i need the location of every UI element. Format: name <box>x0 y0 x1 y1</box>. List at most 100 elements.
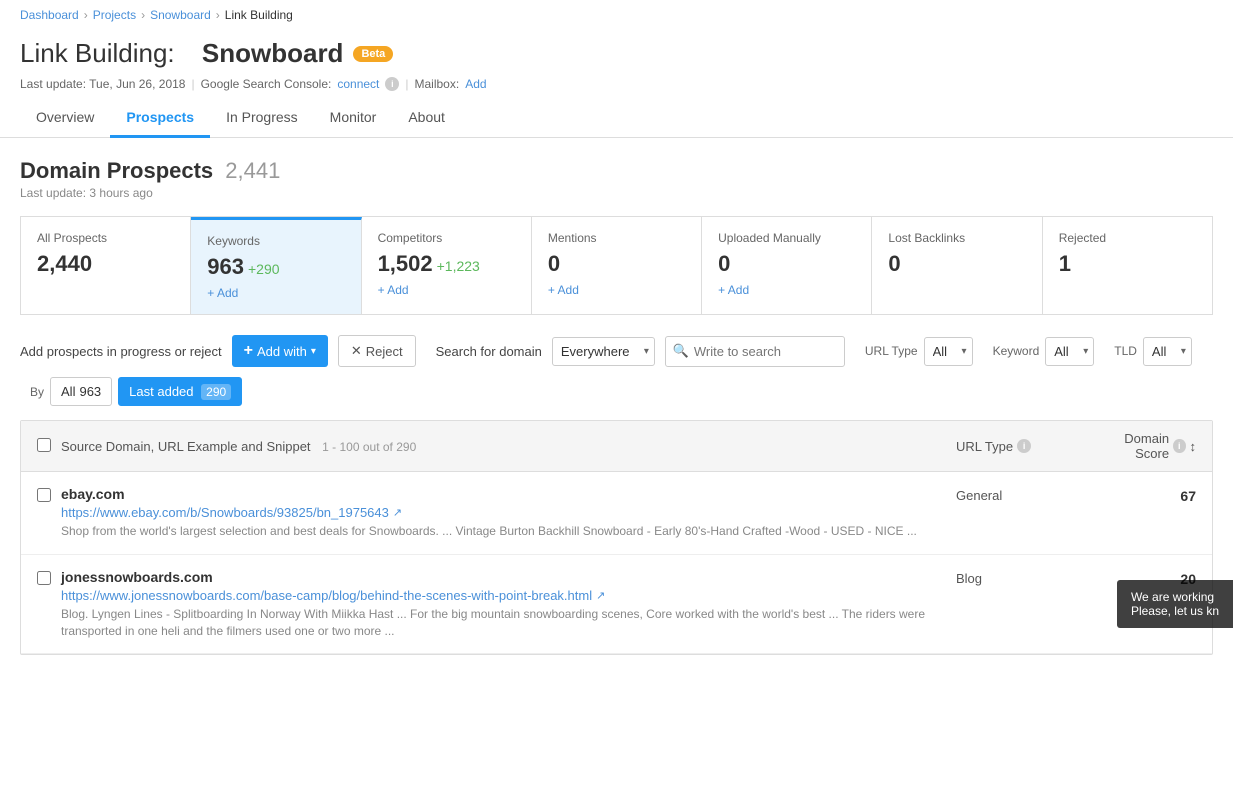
breadcrumb-sep-1: › <box>84 8 88 22</box>
card-competitors-add[interactable]: + Add <box>378 283 515 297</box>
keyword-label: Keyword <box>993 344 1040 358</box>
notification-line2: Please, let us kn <box>1131 604 1219 618</box>
card-rejected[interactable]: Rejected 1 <box>1043 217 1212 314</box>
domain-update: Last update: 3 hours ago <box>20 186 1213 200</box>
card-mentions-label: Mentions <box>548 231 685 245</box>
by-filter-group: By All 963 Last added 290 <box>30 377 242 406</box>
keyword-dropdown-wrapper: All ▾ <box>1045 337 1094 366</box>
col-count-label: 1 - 100 out of 290 <box>322 440 416 454</box>
tab-overview[interactable]: Overview <box>20 99 110 138</box>
search-domain-label: Search for domain <box>436 344 542 359</box>
tld-dropdown-wrapper: All ▾ <box>1143 337 1192 366</box>
card-mentions[interactable]: Mentions 0 + Add <box>532 217 702 314</box>
row-url-2[interactable]: https://www.jonessnowboards.com/base-cam… <box>61 588 956 603</box>
tab-about[interactable]: About <box>392 99 461 138</box>
table-row: jonessnowboards.com https://www.jonessno… <box>21 555 1212 655</box>
col-score-label: Domain Score <box>1096 431 1169 461</box>
card-keywords-label: Keywords <box>207 234 344 248</box>
col-main-label: Source Domain, URL Example and Snippet <box>61 439 311 454</box>
last-added-button[interactable]: Last added 290 <box>118 377 242 406</box>
reject-button[interactable]: ✕ Reject <box>338 335 416 367</box>
card-mentions-add[interactable]: + Add <box>548 283 685 297</box>
keyword-filter-group: Keyword All ▾ <box>993 337 1095 366</box>
row-domain-2: jonessnowboards.com <box>61 569 956 585</box>
beta-badge: Beta <box>353 46 393 62</box>
add-with-button[interactable]: + Add with ▾ <box>232 335 328 367</box>
card-keywords-delta: +290 <box>248 261 280 277</box>
tld-label: TLD <box>1114 344 1137 358</box>
external-link-icon-1: ↗ <box>393 506 402 519</box>
google-console-info-icon[interactable]: i <box>385 77 399 91</box>
page-header: Link Building: Snowboard Beta <box>0 30 1233 73</box>
row-urltype-1: General <box>956 486 1096 503</box>
filters-label: Add prospects in progress or reject <box>20 344 222 359</box>
breadcrumb-snowboard[interactable]: Snowboard <box>150 8 211 22</box>
all-filter-label: All <box>61 384 75 399</box>
last-added-label: Last added <box>129 384 193 399</box>
score-info-icon[interactable]: i <box>1173 439 1185 453</box>
select-all-checkbox-wrapper <box>37 438 61 455</box>
row-snippet-1: Shop from the world's largest selection … <box>61 523 956 540</box>
card-keywords-add[interactable]: + Add <box>207 286 344 300</box>
breadcrumb-sep-2: › <box>141 8 145 22</box>
by-label: By <box>30 385 44 399</box>
card-all-prospects-label: All Prospects <box>37 231 174 245</box>
google-console-link[interactable]: connect <box>337 77 379 91</box>
card-lost-backlinks[interactable]: Lost Backlinks 0 <box>872 217 1042 314</box>
col-header-main: Source Domain, URL Example and Snippet 1… <box>61 439 956 454</box>
score-sort-icon[interactable]: ↕ <box>1190 439 1197 454</box>
notification-line1: We are working <box>1131 590 1219 604</box>
results-table: Source Domain, URL Example and Snippet 1… <box>20 420 1213 655</box>
search-input-wrapper: 🔍 <box>665 336 845 367</box>
row-checkbox-2[interactable] <box>37 571 51 585</box>
card-uploaded[interactable]: Uploaded Manually 0 + Add <box>702 217 872 314</box>
url-type-dropdown-wrapper: All ▾ <box>924 337 973 366</box>
row-checkbox-wrapper-1 <box>37 486 61 505</box>
last-added-count: 290 <box>201 384 231 400</box>
breadcrumb-dashboard[interactable]: Dashboard <box>20 8 79 22</box>
plus-icon: + <box>244 342 253 360</box>
add-with-label: Add with <box>257 344 307 359</box>
row-checkbox-1[interactable] <box>37 488 51 502</box>
cards-row: All Prospects 2,440 Keywords 963+290 + A… <box>20 216 1213 315</box>
row-score-1: 67 <box>1096 486 1196 504</box>
add-with-chevron-icon: ▾ <box>311 346 316 357</box>
select-all-checkbox[interactable] <box>37 438 51 452</box>
card-competitors-value: 1,502+1,223 <box>378 251 515 277</box>
table-row: ebay.com https://www.ebay.com/b/Snowboar… <box>21 472 1212 555</box>
card-uploaded-add[interactable]: + Add <box>718 283 855 297</box>
domain-prospects-count: 2,441 <box>225 158 280 183</box>
card-keywords[interactable]: Keywords 963+290 + Add <box>191 217 361 314</box>
card-rejected-label: Rejected <box>1059 231 1196 245</box>
row-url-1[interactable]: https://www.ebay.com/b/Snowboards/93825/… <box>61 505 956 520</box>
tab-monitor[interactable]: Monitor <box>314 99 393 138</box>
main-content: Domain Prospects 2,441 Last update: 3 ho… <box>0 138 1233 675</box>
keyword-dropdown[interactable]: All <box>1045 337 1094 366</box>
card-keywords-value: 963+290 <box>207 254 344 280</box>
card-lost-backlinks-value: 0 <box>888 251 1025 277</box>
card-mentions-value: 0 <box>548 251 685 277</box>
tld-dropdown[interactable]: All <box>1143 337 1192 366</box>
card-competitors-label: Competitors <box>378 231 515 245</box>
urltype-info-icon[interactable]: i <box>1017 439 1031 453</box>
filters-row: Add prospects in progress or reject + Ad… <box>20 335 1213 406</box>
row-main-1: ebay.com https://www.ebay.com/b/Snowboar… <box>61 486 956 540</box>
tab-prospects[interactable]: Prospects <box>110 99 210 138</box>
card-all-prospects[interactable]: All Prospects 2,440 <box>21 217 191 314</box>
card-competitors[interactable]: Competitors 1,502+1,223 + Add <box>362 217 532 314</box>
breadcrumb-projects[interactable]: Projects <box>93 8 136 22</box>
all-filter-button[interactable]: All 963 <box>50 377 112 406</box>
domain-dropdown[interactable]: Everywhere <box>552 337 655 366</box>
last-update-text: Last update: Tue, Jun 26, 2018 <box>20 77 185 91</box>
row-urltype-2: Blog <box>956 569 1096 586</box>
card-all-prospects-value: 2,440 <box>37 251 174 277</box>
url-type-dropdown[interactable]: All <box>924 337 973 366</box>
google-console-label: Google Search Console: <box>201 77 332 91</box>
domain-dropdown-wrapper: Everywhere ▾ <box>552 337 655 366</box>
search-icon: 🔍 <box>673 343 689 359</box>
tab-in-progress[interactable]: In Progress <box>210 99 314 138</box>
mailbox-link[interactable]: Add <box>465 77 486 91</box>
col-header-urltype: URL Type i <box>956 439 1096 454</box>
search-input[interactable] <box>665 336 845 367</box>
card-competitors-delta: +1,223 <box>437 258 480 274</box>
